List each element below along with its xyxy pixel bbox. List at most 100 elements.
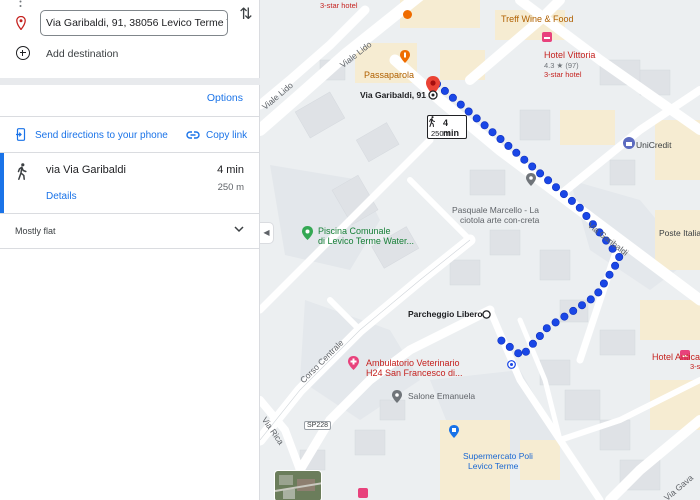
- add-destination-button[interactable]: Add destination: [10, 44, 250, 66]
- route-dot: [528, 339, 537, 348]
- route-dot: [536, 169, 545, 178]
- route-dot: [472, 114, 481, 123]
- poi-poste-label: Poste Italia: [659, 228, 700, 238]
- poi-pasquale-line1: Pasquale Marcello - La: [452, 205, 539, 215]
- divider: [0, 116, 260, 117]
- directions-panel: Via Garibaldi, 91, 38056 Levico Terme TN…: [0, 0, 260, 500]
- poi-treff-label: Treff Wine & Food: [501, 14, 574, 24]
- divider: [0, 248, 260, 249]
- route-dot: [611, 261, 620, 270]
- collapse-panel-button[interactable]: ◀: [260, 222, 274, 244]
- route-dot: [575, 203, 584, 212]
- walking-icon: [17, 163, 27, 180]
- route-dot: [488, 128, 497, 137]
- route-dot: [528, 162, 537, 171]
- route-dot: [605, 270, 614, 279]
- destination-row: Via Garibaldi, 91, 38056 Levico Terme TN…: [10, 6, 260, 38]
- link-icon: [186, 131, 200, 139]
- route-dot: [560, 312, 569, 321]
- route-dot: [586, 295, 595, 304]
- route-dot: [551, 183, 560, 192]
- route-dot: [551, 318, 560, 327]
- route-duration: 4 min: [217, 164, 244, 176]
- poi-salone-label: Salone Emanuela: [408, 391, 476, 401]
- route-dot: [497, 336, 506, 345]
- route-dot: [464, 107, 473, 116]
- route-dot: [456, 100, 465, 109]
- poi-ambulatorio-line1: Ambulatorio Veterinario: [366, 358, 460, 368]
- place-icon: [526, 173, 536, 186]
- poi-hotel-vittoria-label: Hotel Vittoria: [544, 50, 596, 60]
- add-circle-icon: [16, 46, 30, 60]
- hotel-class-label: 3-star hotel: [544, 70, 582, 79]
- route-dot: [520, 155, 529, 164]
- route-dot: [496, 135, 505, 144]
- restaurant-icon: [400, 50, 410, 63]
- poi-passaparola-label: Passaparola: [364, 70, 415, 80]
- callout-distance: 250m: [431, 129, 450, 138]
- options-button[interactable]: Options: [207, 92, 243, 104]
- hotel-class-label: 3-star: [690, 362, 700, 371]
- map-canvas[interactable]: Via Garibaldi, 91 Parcheggio Libero 4 mi…: [260, 0, 700, 500]
- bank-icon: [623, 137, 635, 149]
- chevron-down-icon[interactable]: [233, 224, 245, 234]
- route-distance: 250 m: [217, 182, 244, 193]
- restaurant-icon: [403, 10, 412, 19]
- route-title: via Via Garibaldi: [46, 164, 126, 176]
- destination-pin-icon: [16, 16, 26, 30]
- route-dot: [448, 93, 457, 102]
- hotel-icon: [358, 488, 368, 498]
- poi-unicredit-label: UniCredit: [636, 140, 672, 150]
- send-to-phone-label: Send directions to your phone: [35, 130, 168, 141]
- route-dot: [559, 190, 568, 199]
- section-divider: [0, 78, 260, 85]
- route-dot: [582, 212, 591, 221]
- destination-label: Via Garibaldi, 91: [360, 90, 426, 100]
- hotel-rating-label: 4.3 ★ (97): [544, 61, 579, 70]
- poi-piscina-line2: di Levico Terme Water...: [318, 236, 415, 246]
- route-dot: [544, 176, 553, 185]
- medical-icon: [348, 356, 359, 370]
- send-to-phone-icon: [16, 128, 26, 141]
- route-dot: [521, 347, 530, 356]
- route-dot: [480, 121, 489, 130]
- divider: [0, 213, 260, 214]
- poi-ambulatorio-line2: H24 San Francesco di...: [366, 368, 463, 378]
- park-icon: [302, 226, 313, 240]
- route-dot: [514, 349, 523, 358]
- route-dot: [512, 148, 521, 157]
- destination-input[interactable]: Via Garibaldi, 91, 38056 Levico Terme TN: [40, 10, 228, 36]
- walking-icon: [429, 116, 435, 127]
- swap-icon[interactable]: ⇅: [236, 4, 256, 28]
- poi-supermercato-line2: Levico Terme: [468, 461, 519, 471]
- route-dot: [535, 331, 544, 340]
- add-destination-label: Add destination: [46, 48, 119, 60]
- satellite-layer-button[interactable]: [274, 470, 322, 500]
- poi-supermercato-line1: Supermercato Poli: [463, 451, 533, 461]
- route-duration-callout[interactable]: 4 min 250m: [427, 115, 467, 139]
- route-dots-icon: [19, 0, 22, 7]
- route-dot: [440, 86, 449, 95]
- road-shield-label: SP228: [304, 421, 332, 430]
- route-option-card[interactable]: via Via Garibaldi 4 min 250 m Details: [0, 153, 260, 213]
- route-dot: [504, 141, 513, 150]
- start-point-icon: [482, 310, 491, 319]
- satellite-thumbnail-icon: [275, 471, 321, 500]
- route-dot: [577, 301, 586, 310]
- route-dot: [594, 288, 603, 297]
- details-link[interactable]: Details: [46, 191, 77, 202]
- copy-link-label: Copy link: [206, 130, 248, 141]
- route-dot: [505, 342, 514, 351]
- destination-point-icon: [428, 90, 438, 100]
- route-dot: [542, 324, 551, 333]
- route-dot: [569, 306, 578, 315]
- hotel-icon: [542, 32, 552, 42]
- poi-hotel-antica-label: Hotel Antica: [652, 352, 700, 362]
- terrain-label: Mostly flat: [15, 226, 56, 236]
- route-start-dot-icon: [507, 360, 516, 369]
- shopping-icon: [449, 425, 459, 438]
- hotel-class-label: 3-star hotel: [320, 1, 358, 10]
- start-label: Parcheggio Libero: [408, 309, 483, 319]
- poi-pasquale-line2: ciotola arte con-creta: [460, 215, 540, 225]
- poi-piscina-line1: Piscina Comunale: [318, 226, 391, 236]
